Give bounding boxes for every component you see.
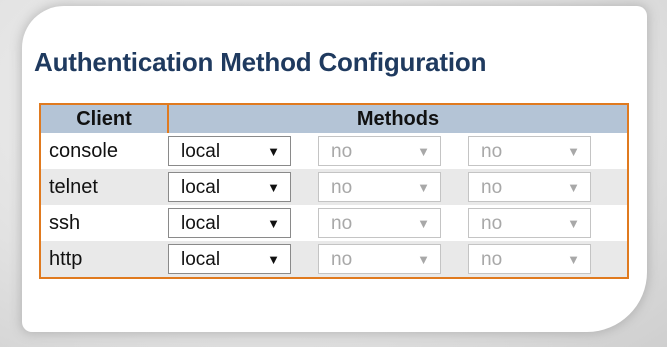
- methods-column-header: Methods: [168, 104, 628, 133]
- table-row-console: console local ▼ no ▼ no ▼: [40, 133, 628, 169]
- method1-value: local: [181, 249, 221, 270]
- dropdown-arrow-icon: ▼: [567, 144, 580, 159]
- client-label: http: [40, 241, 168, 278]
- method1-select[interactable]: local ▼: [168, 244, 291, 274]
- method1-select[interactable]: local ▼: [168, 136, 291, 166]
- client-label: telnet: [40, 169, 168, 205]
- dropdown-arrow-icon: ▼: [567, 180, 580, 195]
- method3-value: no: [481, 249, 503, 270]
- method2-value: no: [331, 213, 353, 234]
- method3-value: no: [481, 213, 503, 234]
- method2-select[interactable]: no ▼: [318, 172, 441, 202]
- table-header-row: Client Methods: [40, 104, 628, 133]
- method1-value: local: [181, 141, 221, 162]
- dropdown-arrow-icon: ▼: [417, 216, 430, 231]
- table-row-ssh: ssh local ▼ no ▼ no ▼: [40, 205, 628, 241]
- method2-value: no: [331, 141, 353, 162]
- page-title: Authentication Method Configuration: [34, 47, 487, 77]
- method3-select[interactable]: no ▼: [468, 244, 591, 274]
- dropdown-arrow-icon: ▼: [267, 180, 280, 195]
- client-column-header: Client: [40, 104, 169, 133]
- method1-value: local: [181, 213, 221, 234]
- method2-value: no: [331, 249, 353, 270]
- dropdown-arrow-icon: ▼: [267, 252, 280, 267]
- client-label: console: [49, 139, 118, 162]
- method3-select[interactable]: no ▼: [468, 136, 591, 166]
- method3-select[interactable]: no ▼: [468, 172, 591, 202]
- method2-select[interactable]: no ▼: [318, 136, 441, 166]
- dropdown-arrow-icon: ▼: [567, 216, 580, 231]
- table-row-telnet: telnet local ▼ no ▼ no ▼: [40, 169, 628, 205]
- method2-select[interactable]: no ▼: [318, 208, 441, 238]
- dropdown-arrow-icon: ▼: [267, 216, 280, 231]
- dropdown-arrow-icon: ▼: [417, 252, 430, 267]
- method1-select[interactable]: local ▼: [168, 208, 291, 238]
- method3-select[interactable]: no ▼: [468, 208, 591, 238]
- dropdown-arrow-icon: ▼: [267, 144, 280, 159]
- method2-value: no: [331, 177, 353, 198]
- method2-select[interactable]: no ▼: [318, 244, 441, 274]
- dropdown-arrow-icon: ▼: [417, 144, 430, 159]
- dropdown-arrow-icon: ▼: [567, 252, 580, 267]
- auth-method-table: Client Methods console local ▼ no ▼ no ▼ te…: [39, 103, 629, 279]
- dropdown-arrow-icon: ▼: [417, 180, 430, 195]
- client-label: ssh: [49, 211, 81, 234]
- table-row-http: http local ▼ no ▼ no ▼: [40, 241, 628, 278]
- method1-value: local: [181, 177, 221, 198]
- method3-value: no: [481, 141, 503, 162]
- method1-select[interactable]: local ▼: [168, 172, 291, 202]
- method3-value: no: [481, 177, 503, 198]
